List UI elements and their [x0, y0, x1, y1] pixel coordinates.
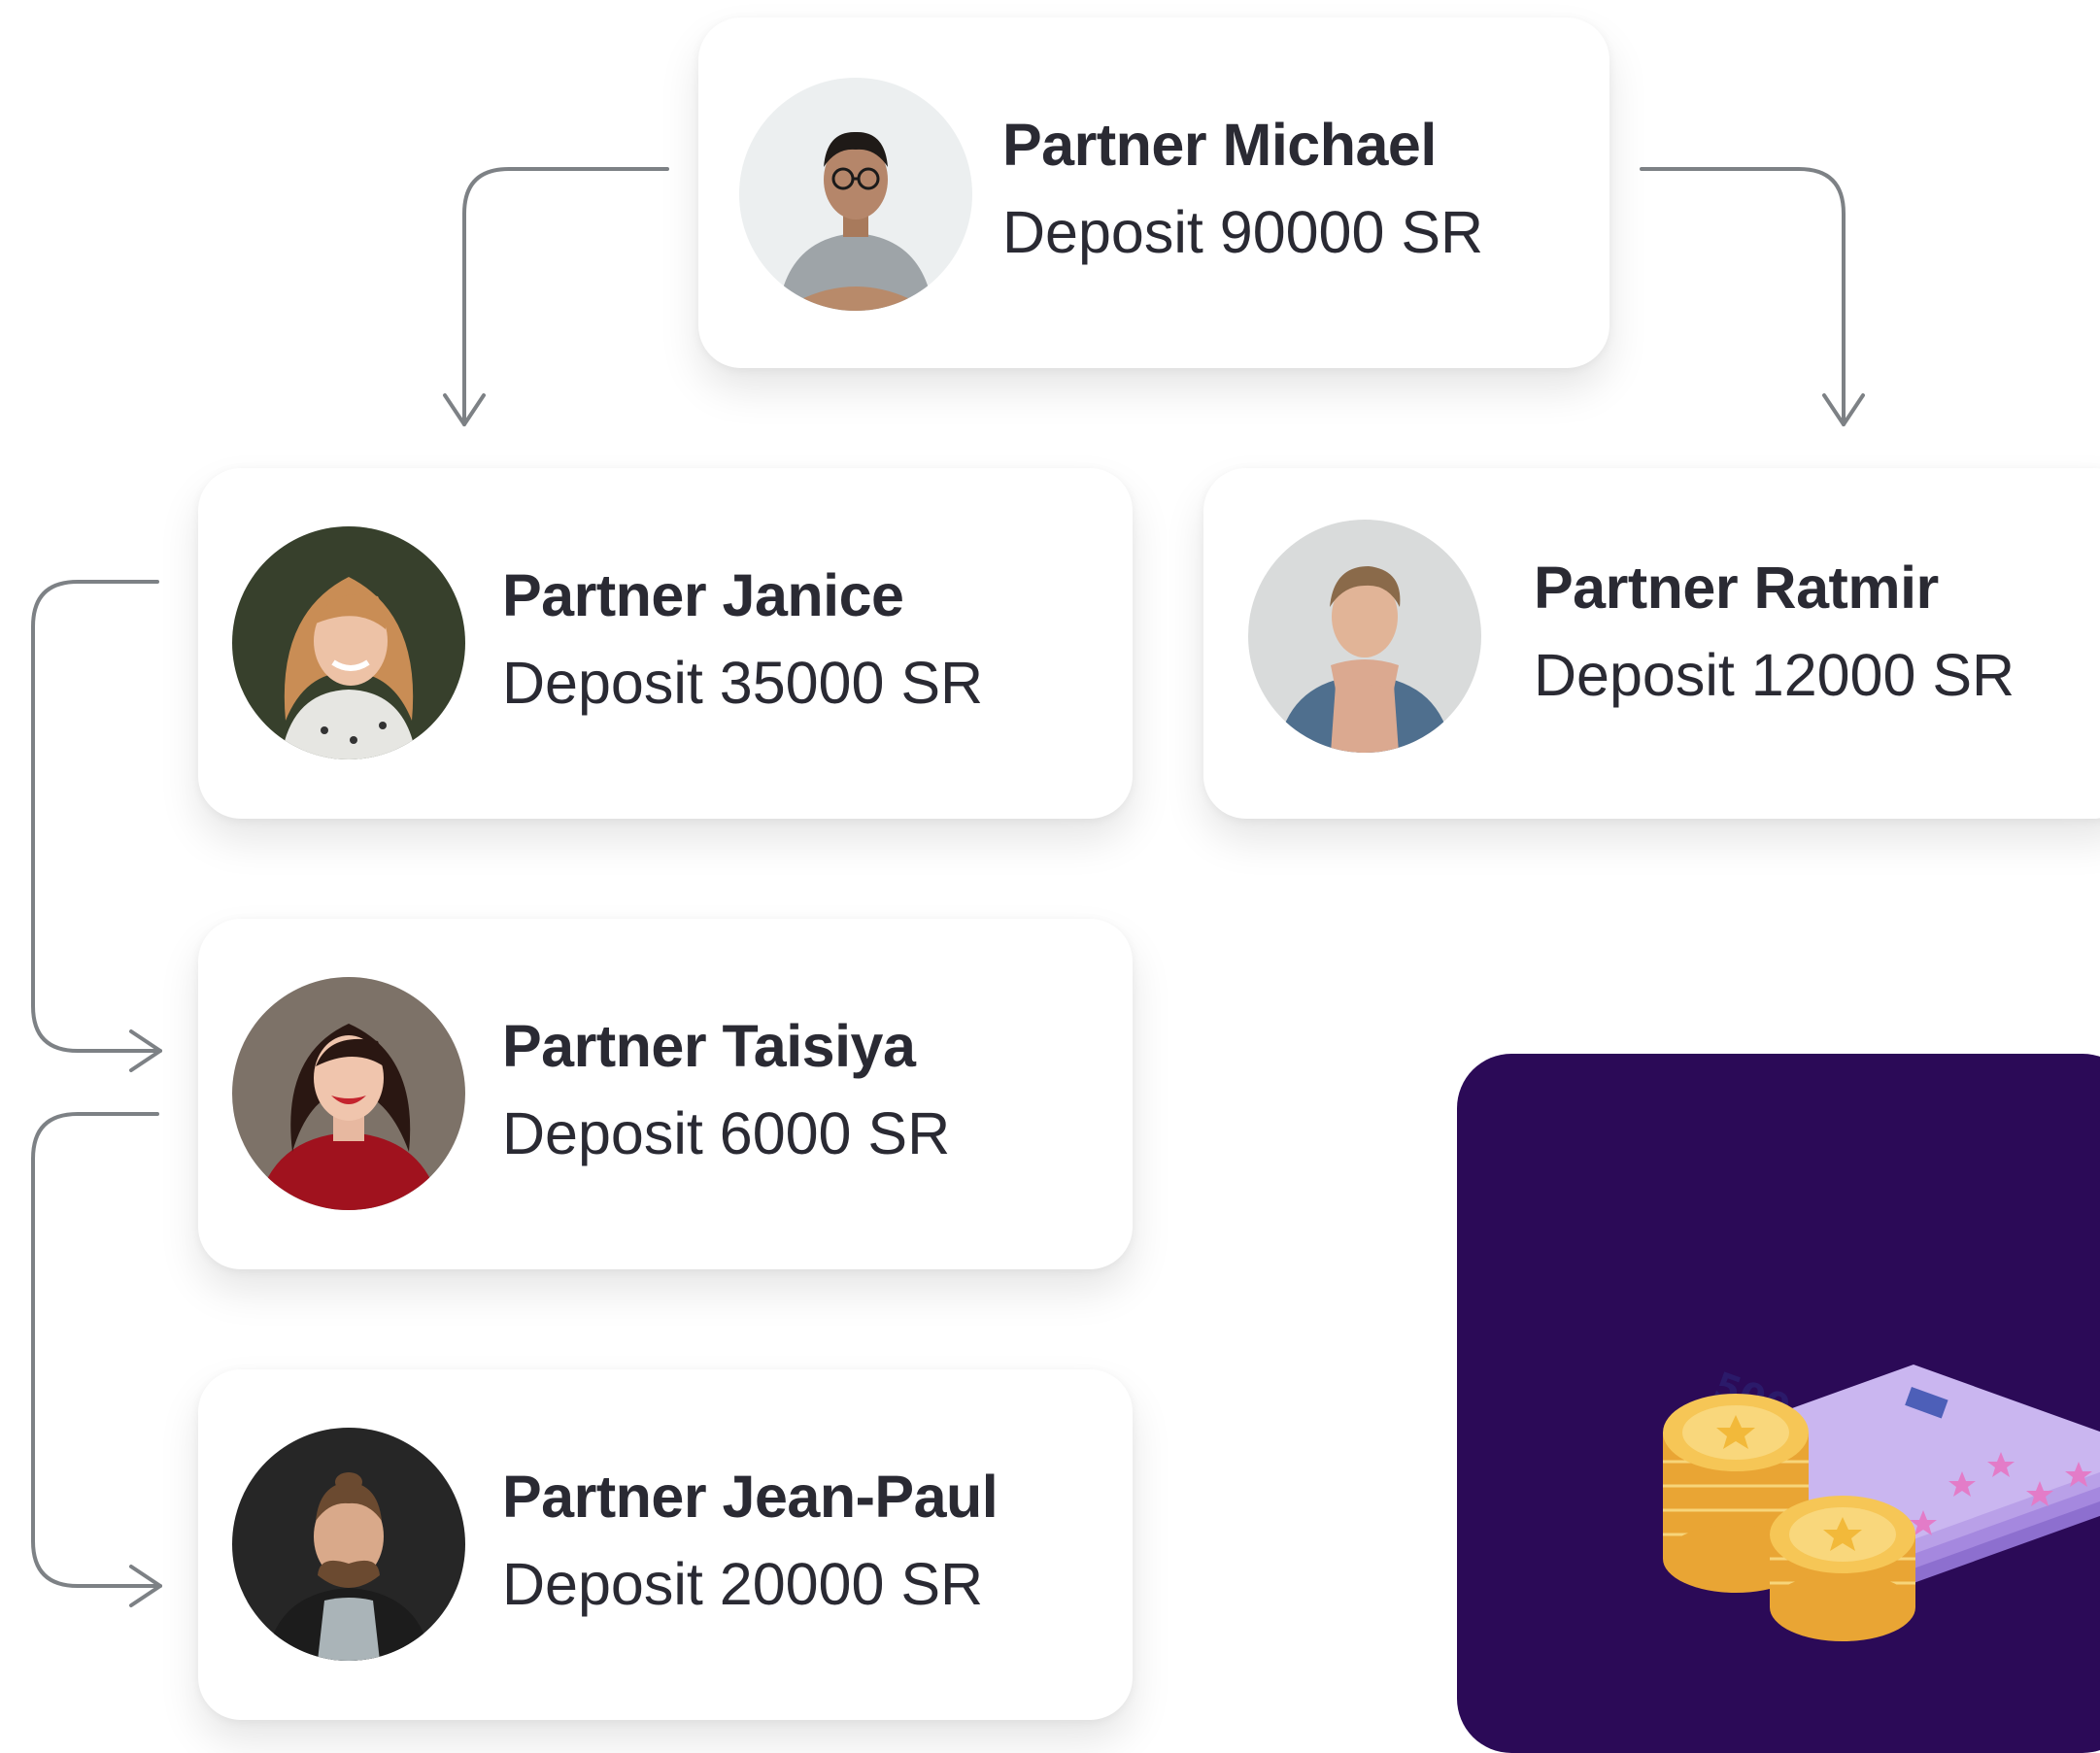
money-illustration-panel: 500 — [1457, 1054, 2100, 1753]
partner-deposit: Deposit 90000 SR — [1002, 199, 1484, 265]
partner-card-ratmir[interactable]: Partner Ratmir Deposit 12000 SR — [1203, 468, 2100, 819]
connector-michael-ratmir — [1640, 167, 1846, 426]
partner-name: Partner Michael — [1002, 112, 1437, 178]
partner-name: Partner Taisiya — [502, 1013, 916, 1079]
partner-deposit: Deposit 35000 SR — [502, 650, 984, 716]
coin-stack-right — [1770, 1496, 1915, 1641]
partner-deposit: Deposit 6000 SR — [502, 1100, 951, 1166]
partner-deposit: Deposit 12000 SR — [1534, 642, 2015, 708]
partner-name: Partner Ratmir — [1534, 555, 1939, 621]
arrowhead-janice — [443, 393, 486, 426]
partner-card-jeanpaul[interactable]: Partner Jean-Paul Deposit 20000 SR — [198, 1369, 1133, 1720]
connector-taisiya-jeanpaul — [31, 1112, 162, 1588]
arrowhead-taisiya — [129, 1029, 162, 1072]
connector-michael-janice — [462, 167, 669, 426]
partner-card-janice[interactable]: Partner Janice Deposit 35000 SR — [198, 468, 1133, 819]
arrowhead-ratmir — [1822, 393, 1865, 426]
avatar-taisiya — [232, 977, 465, 1210]
partner-name: Partner Janice — [502, 562, 904, 628]
arrowhead-jeanpaul — [129, 1565, 162, 1607]
connector-janice-taisiya — [31, 580, 162, 1053]
partner-card-michael[interactable]: Partner Michael Deposit 90000 SR — [698, 17, 1609, 368]
partner-deposit: Deposit 20000 SR — [502, 1551, 984, 1617]
avatar-janice — [232, 526, 465, 759]
avatar-jeanpaul — [232, 1428, 465, 1661]
avatar-ratmir — [1248, 520, 1481, 753]
avatar-michael — [739, 78, 972, 311]
partner-card-taisiya[interactable]: Partner Taisiya Deposit 6000 SR — [198, 919, 1133, 1269]
money-illustration: 500 — [1663, 1364, 2100, 1641]
partner-name: Partner Jean-Paul — [502, 1464, 999, 1530]
